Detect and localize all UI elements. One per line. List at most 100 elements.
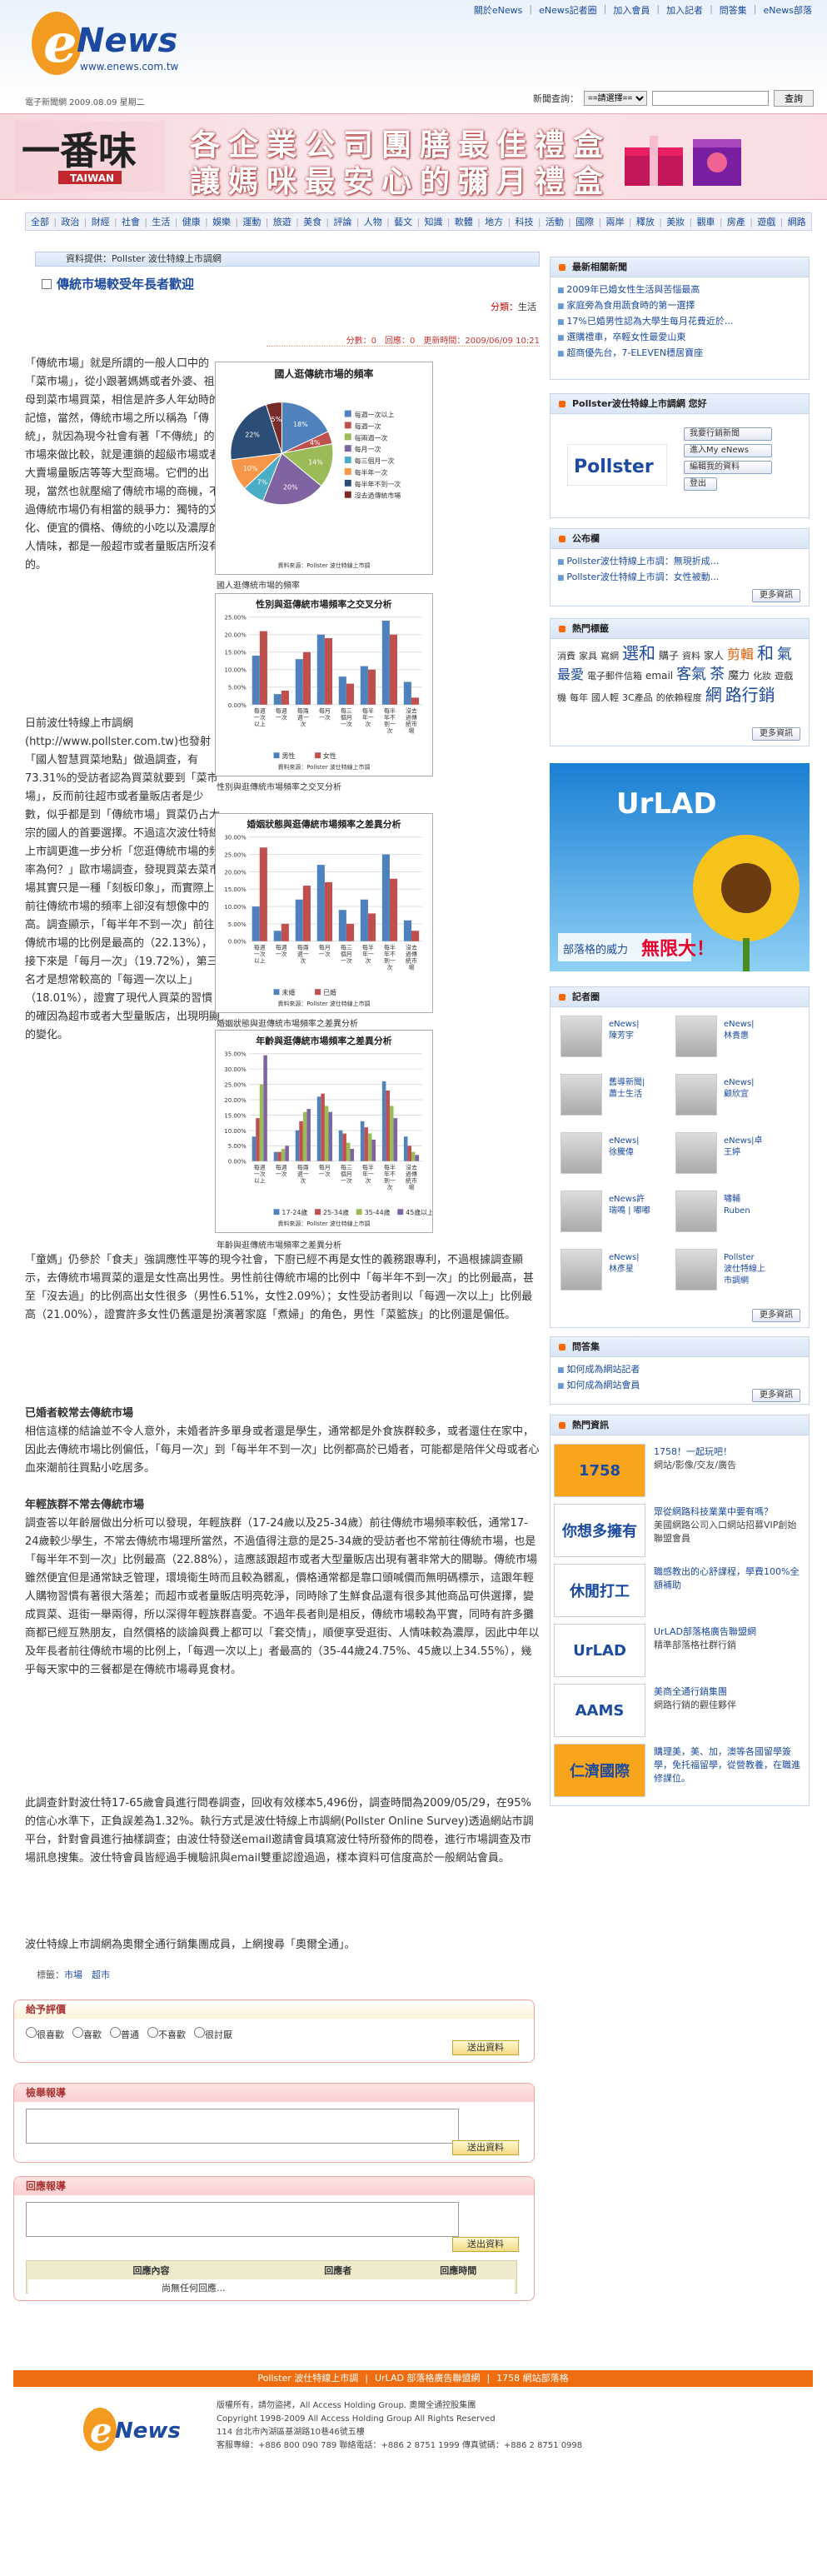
submit-report-button[interactable]: 送出資料 bbox=[452, 2140, 519, 2155]
hot-tag[interactable]: 茶 bbox=[710, 666, 725, 683]
latest-news-item[interactable]: 2009年已婚女性生活與苦惱最高 bbox=[557, 282, 802, 298]
blogger-avatar[interactable] bbox=[560, 1132, 602, 1174]
blogger-name[interactable]: Pollster 波仕特線上 市調網 bbox=[724, 1252, 790, 1287]
logout-button[interactable]: 登出 bbox=[684, 477, 717, 491]
nav-item[interactable]: 活動 bbox=[546, 215, 564, 228]
notice-item[interactable]: Pollster波仕特線上市調：女性被動... bbox=[557, 570, 802, 586]
hot-tag[interactable]: 氣 bbox=[777, 646, 792, 663]
more-button[interactable]: 更多資訊 bbox=[752, 727, 800, 741]
latest-news-item[interactable]: 選購禮車，卒輕女性最愛山東 bbox=[557, 330, 802, 346]
hot-tag[interactable]: 路行銷 bbox=[725, 685, 775, 705]
nav-item[interactable]: 遊戲 bbox=[757, 215, 775, 228]
report-textarea[interactable] bbox=[26, 2109, 459, 2144]
pollster-button[interactable]: 進入My eNews bbox=[684, 444, 772, 457]
top-link[interactable]: 加入記者 bbox=[666, 3, 703, 17]
hot-tag[interactable]: 3C產品 bbox=[622, 692, 653, 703]
category-value[interactable]: 生活 bbox=[518, 302, 536, 312]
nav-item[interactable]: 國際 bbox=[575, 215, 594, 228]
blogger-name[interactable]: eNews| 林貴惠 bbox=[724, 1019, 790, 1042]
rating-option[interactable]: 喜歡 bbox=[72, 2027, 102, 2041]
latest-news-item[interactable]: 超商優先台，7-ELEVEN穩居寶座 bbox=[557, 346, 802, 362]
blogger-name[interactable]: eNews| 陳芳宇 bbox=[609, 1019, 675, 1042]
hot-tag[interactable]: 家具 bbox=[579, 651, 597, 661]
hot-tag[interactable]: 網 bbox=[705, 685, 722, 705]
rating-radio[interactable] bbox=[72, 2027, 83, 2038]
nav-item[interactable]: 社會 bbox=[122, 215, 140, 228]
hot-info-item[interactable]: 你想多擁有 眾從網路科技業業中要有嗎？ 美國網路公司入口網站招募VIP創始聯盟會員 bbox=[551, 1500, 810, 1560]
hot-tag[interactable]: 化妝 bbox=[753, 671, 771, 681]
notice-item[interactable]: Pollster波仕特線上市調：無現折成... bbox=[557, 554, 802, 570]
nav-item[interactable]: 釋放 bbox=[636, 215, 655, 228]
blogger-avatar[interactable] bbox=[560, 1016, 602, 1057]
nav-item[interactable]: 政治 bbox=[61, 215, 79, 228]
rating-option[interactable]: 很討厭 bbox=[194, 2027, 232, 2041]
enews-logo[interactable]: e News www.enews.com.tw bbox=[15, 5, 207, 82]
rating-radio[interactable] bbox=[147, 2027, 158, 2038]
nav-item[interactable]: 財經 bbox=[92, 215, 110, 228]
nav-item[interactable]: 運動 bbox=[242, 215, 261, 228]
nav-item[interactable]: 旅遊 bbox=[273, 215, 291, 228]
blogger-avatar[interactable] bbox=[560, 1074, 602, 1116]
blogger-avatar[interactable] bbox=[560, 1191, 602, 1232]
blogger-avatar[interactable] bbox=[675, 1132, 717, 1174]
nav-item[interactable]: 藝文 bbox=[394, 215, 412, 228]
blogger-name[interactable]: eNews| 林彥星 bbox=[609, 1252, 675, 1276]
nav-item[interactable]: 美食 bbox=[303, 215, 321, 228]
hot-tag[interactable]: 每年 bbox=[570, 692, 588, 703]
more-button[interactable]: 更多資訊 bbox=[752, 1389, 800, 1402]
nav-item[interactable]: 人物 bbox=[364, 215, 382, 228]
blogger-name[interactable]: eNews| 顧欣宜 bbox=[724, 1077, 790, 1101]
latest-news-item[interactable]: 17%已婚男性認為大學生每月花費近於... bbox=[557, 314, 802, 330]
rating-radio[interactable] bbox=[194, 2027, 205, 2038]
blogger-avatar[interactable] bbox=[675, 1249, 717, 1290]
more-button[interactable]: 更多資訊 bbox=[752, 1309, 800, 1322]
hot-info-item[interactable]: 1758 1758！一起玩吧！ 網站/影像/交友/廣告 bbox=[551, 1440, 810, 1500]
blogger-avatar[interactable] bbox=[675, 1074, 717, 1116]
hot-info-item[interactable]: UrLAD UrLAD部落格廣告聯盟網 精準部落格社群行銷 bbox=[551, 1620, 810, 1680]
nav-item[interactable]: 觀車 bbox=[697, 215, 715, 228]
hot-tag[interactable]: 剪輯 bbox=[727, 646, 754, 662]
blogger-avatar[interactable] bbox=[675, 1016, 717, 1057]
nav-item[interactable]: 地方 bbox=[485, 215, 503, 228]
nav-item[interactable]: 娛樂 bbox=[212, 215, 231, 228]
hot-info-item[interactable]: 休閒打工 職感教出的心舒課程，學費100%全額補助 bbox=[551, 1560, 810, 1620]
blogger-name[interactable]: 嘯輔 Ruben bbox=[724, 1194, 790, 1217]
nav-item[interactable]: 知識 bbox=[424, 215, 442, 228]
blogger-name[interactable]: 舊導新聞| 蕭士生活 bbox=[609, 1077, 675, 1101]
hot-tag[interactable]: 選和 bbox=[622, 643, 655, 663]
blogger-avatar[interactable] bbox=[560, 1249, 602, 1290]
pollster-button[interactable]: 編輯我的資料 bbox=[684, 461, 772, 474]
reply-textarea[interactable] bbox=[26, 2202, 459, 2237]
hot-tag[interactable]: 最愛 bbox=[557, 666, 584, 682]
qa-item[interactable]: 如何成為網站記者 bbox=[557, 1362, 802, 1378]
footer-link[interactable]: UrLAD 部落格廣告聯盟網 bbox=[375, 2373, 480, 2384]
search-select[interactable]: ==請選擇== bbox=[584, 91, 647, 106]
tag-link[interactable]: 市場 bbox=[64, 1969, 82, 1980]
search-input[interactable] bbox=[652, 91, 769, 106]
hot-info-item[interactable]: AAMS 美商全通行銷集團 網路行銷的觀佳夥伴 bbox=[551, 1680, 810, 1740]
top-link[interactable]: 問答集 bbox=[720, 3, 747, 17]
search-button[interactable]: 查詢 bbox=[774, 90, 814, 107]
latest-news-item[interactable]: 家庭旁為食用蔬食時的第一選擇 bbox=[557, 298, 802, 314]
rating-radio[interactable] bbox=[110, 2027, 121, 2038]
footer-link[interactable]: 1758 網站部落格 bbox=[496, 2373, 569, 2384]
hot-tag[interactable]: 消費 bbox=[557, 651, 575, 661]
hot-tag[interactable]: 家人 bbox=[704, 650, 724, 661]
rating-radio[interactable] bbox=[26, 2027, 37, 2038]
nav-item[interactable]: 健康 bbox=[182, 215, 201, 228]
more-button[interactable]: 更多資訊 bbox=[752, 589, 800, 602]
blogger-name[interactable]: eNews|卓 王婷 bbox=[724, 1136, 790, 1159]
blogger-name[interactable]: eNews許 瑞鳴 | 嘟嘟 bbox=[609, 1194, 675, 1217]
tag-link[interactable]: 超市 bbox=[92, 1969, 110, 1980]
nav-item[interactable]: 軟體 bbox=[455, 215, 473, 228]
nav-item[interactable]: 生活 bbox=[152, 215, 170, 228]
hot-tag[interactable]: 魔力 bbox=[728, 670, 750, 682]
rating-option[interactable]: 不喜歡 bbox=[147, 2027, 186, 2041]
nav-item[interactable]: 美妝 bbox=[666, 215, 685, 228]
submit-reply-button[interactable]: 送出資料 bbox=[452, 2237, 519, 2252]
rating-option[interactable]: 很喜歡 bbox=[26, 2027, 64, 2041]
nav-item[interactable]: 科技 bbox=[516, 215, 534, 228]
nav-item[interactable]: 全部 bbox=[31, 215, 49, 228]
nav-item[interactable]: 兩岸 bbox=[606, 215, 625, 228]
blogger-avatar[interactable] bbox=[675, 1191, 717, 1232]
